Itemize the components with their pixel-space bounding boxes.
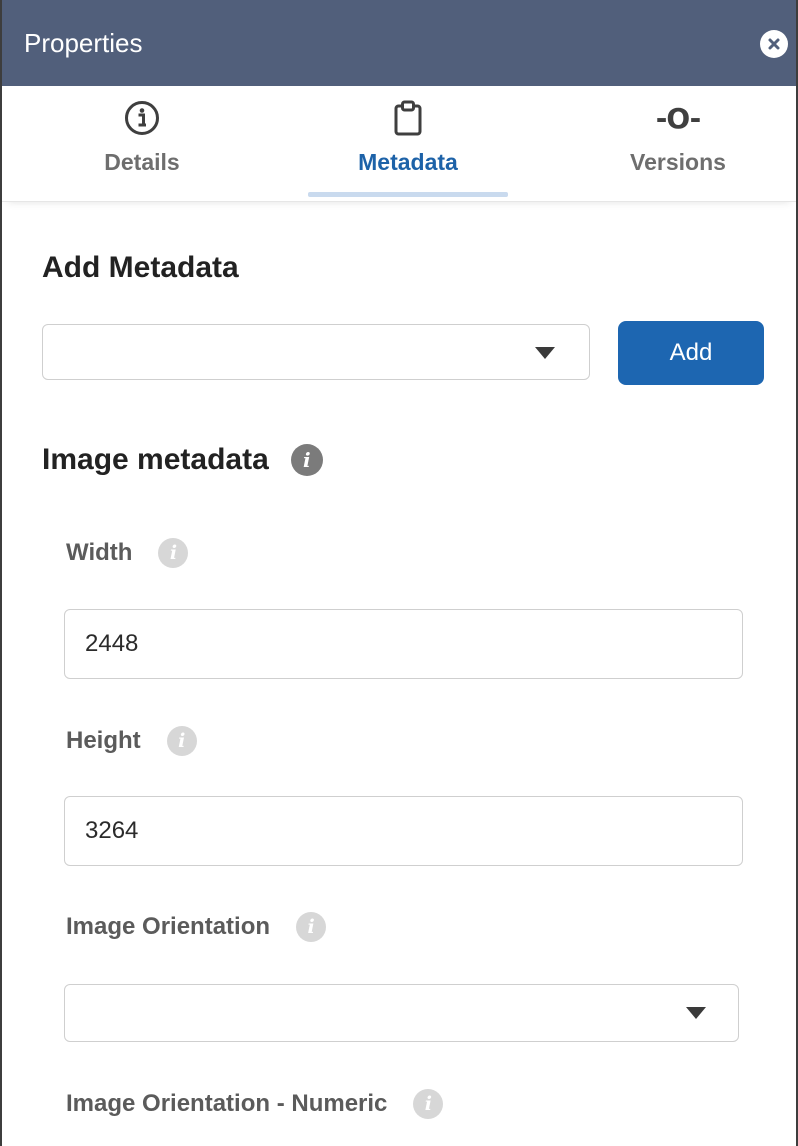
clipboard-icon bbox=[393, 100, 423, 136]
height-label-text: Height bbox=[66, 727, 141, 754]
add-button[interactable]: Add bbox=[618, 321, 764, 385]
tab-versions[interactable]: -O- Versions bbox=[578, 86, 778, 200]
info-icon[interactable]: i bbox=[296, 912, 327, 942]
close-icon[interactable] bbox=[760, 30, 788, 58]
chevron-down-icon bbox=[535, 347, 555, 359]
image-orientation-label: Image Orientation i bbox=[66, 912, 327, 942]
info-icon[interactable]: i bbox=[166, 726, 197, 756]
image-orientation-numeric-label-text: Image Orientation - Numeric bbox=[66, 1090, 388, 1117]
image-orientation-label-text: Image Orientation bbox=[66, 913, 271, 940]
width-label-text: Width bbox=[66, 539, 133, 566]
info-icon[interactable]: i bbox=[158, 538, 189, 568]
info-icon[interactable]: i bbox=[290, 444, 323, 476]
panel-title: Properties bbox=[24, 28, 143, 58]
height-field[interactable]: 3264 bbox=[64, 796, 743, 866]
tab-metadata-label: Metadata bbox=[358, 149, 458, 175]
tab-metadata[interactable]: Metadata bbox=[308, 86, 508, 200]
active-tab-indicator bbox=[308, 192, 508, 197]
width-field[interactable]: 2448 bbox=[64, 609, 743, 679]
image-orientation-select[interactable] bbox=[64, 984, 739, 1042]
image-metadata-heading-label: Image metadata bbox=[42, 443, 269, 476]
info-circle-icon bbox=[124, 100, 160, 136]
tab-details-label: Details bbox=[104, 149, 180, 175]
properties-panel: Properties Details Metadata -O- Versions… bbox=[0, 0, 798, 1146]
height-label: Height i bbox=[66, 726, 197, 756]
add-metadata-heading: Add Metadata bbox=[42, 251, 239, 284]
panel-header: Properties bbox=[2, 0, 796, 86]
image-orientation-numeric-label: Image Orientation - Numeric i bbox=[66, 1089, 444, 1119]
info-icon[interactable]: i bbox=[413, 1089, 444, 1119]
tab-bar: Details Metadata -O- Versions bbox=[2, 86, 796, 202]
width-label: Width i bbox=[66, 538, 189, 568]
tab-versions-label: Versions bbox=[630, 149, 726, 175]
version-node-icon: -O- bbox=[655, 101, 702, 135]
tab-details[interactable]: Details bbox=[42, 86, 242, 200]
chevron-down-icon bbox=[686, 1007, 706, 1019]
image-metadata-heading: Image metadata i bbox=[42, 443, 323, 477]
metadata-type-select[interactable] bbox=[42, 324, 590, 380]
